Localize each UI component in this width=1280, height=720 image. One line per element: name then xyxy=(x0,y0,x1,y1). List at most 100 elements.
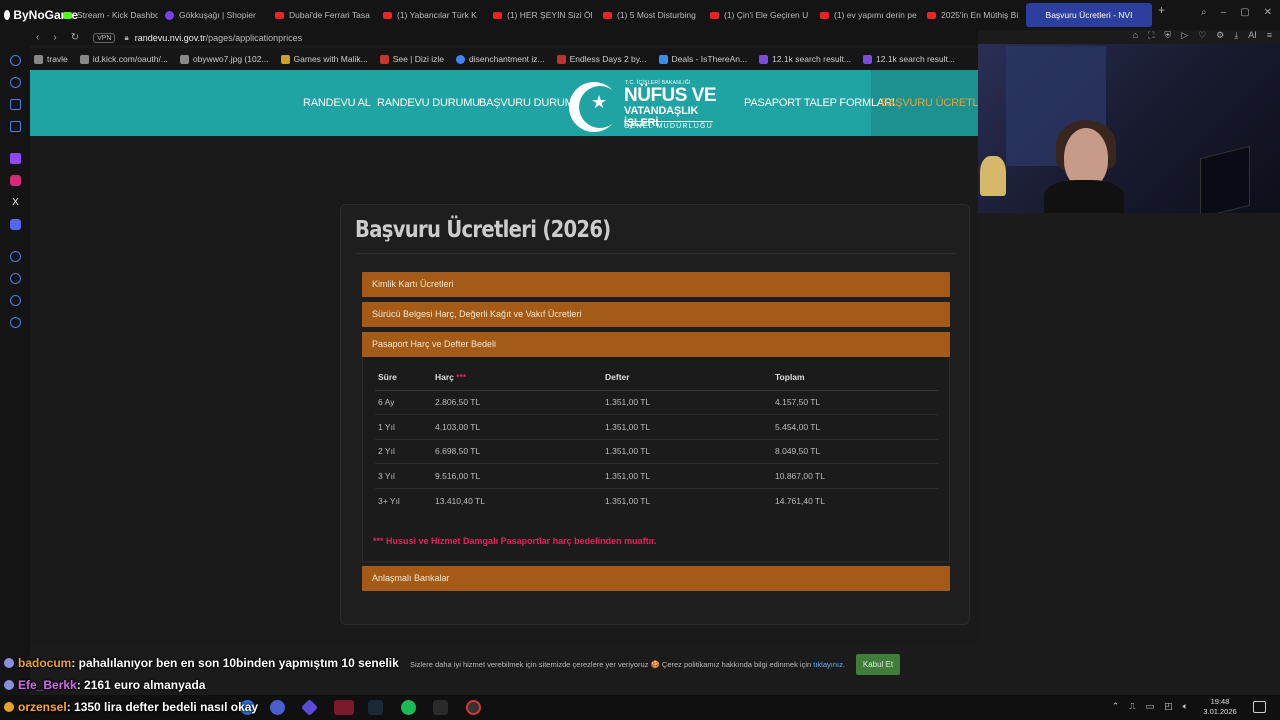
heart-icon[interactable]: ♡ xyxy=(1198,30,1206,44)
maximize-icon[interactable]: ▢ xyxy=(1240,7,1249,18)
cell-defter: 1.351,00 TL xyxy=(602,390,772,416)
bookmark-item[interactable]: Deals - IsThereAn... xyxy=(658,54,747,64)
note-asterisk: *** xyxy=(373,536,384,546)
instagram-icon[interactable] xyxy=(10,175,21,186)
logo-line-3: GENEL MÜDÜRLÜĞÜ xyxy=(624,121,713,130)
nav-basvuru-durumu[interactable]: BAŞVURU DURUMU xyxy=(479,97,582,109)
tab-label: (1) ev yapımı derin pe xyxy=(834,10,917,20)
settings-icon[interactable] xyxy=(10,317,21,328)
bookmark-item[interactable]: id.kick.com/oauth/... xyxy=(79,54,168,64)
browser-tab[interactable]: Gökkuşağı | Shopier xyxy=(158,3,268,27)
bookmark-item[interactable]: 12.1k search result... xyxy=(759,54,851,64)
play-icon[interactable]: ▷ xyxy=(1181,30,1188,44)
accordion-surucu-belgesi[interactable]: Sürücü Belgesi Harç, Değerli Kağıt ve Va… xyxy=(362,302,950,327)
accordion-pasaport[interactable]: Pasaport Harç ve Defter Bedeli xyxy=(362,332,950,357)
sync-icon[interactable] xyxy=(10,55,21,66)
bookmark-item[interactable]: disenchantment iz... xyxy=(456,54,545,64)
reload-icon[interactable]: ↻ xyxy=(71,32,79,43)
bookmark-label: travle xyxy=(47,54,68,64)
lock-icon[interactable]: 🔒︎ xyxy=(124,33,128,43)
star-icon: ★ xyxy=(591,92,608,112)
twitch-icon[interactable] xyxy=(10,153,21,164)
messenger-icon[interactable] xyxy=(10,121,21,132)
cell-sure: 6 Ay xyxy=(375,390,432,416)
cell-harc: 2.806,50 TL xyxy=(432,390,602,416)
cell-defter: 1.351,00 TL xyxy=(602,414,772,440)
taskbar-clock[interactable]: 19:48 3.01.2026 xyxy=(1200,697,1240,717)
volume-icon[interactable]: 🔈︎ xyxy=(1183,701,1188,712)
chevron-up-icon[interactable]: ⌃ xyxy=(1112,701,1120,712)
nav-randevu-al[interactable]: RANDEVU AL xyxy=(303,97,371,109)
usb-icon[interactable]: ⎍ xyxy=(1129,701,1135,712)
bookmark-item[interactable]: Endless Days 2 by... xyxy=(556,54,647,64)
bookmark-item[interactable]: obywwo7.jpg (102... xyxy=(179,54,269,64)
url-field[interactable]: randevu.nvi.gov.tr/pages/applicationpric… xyxy=(135,33,302,43)
header-harc-label: Harç xyxy=(435,372,454,383)
browser-tab[interactable]: (1) Yabancılar Türk K xyxy=(376,3,486,27)
app-icon[interactable] xyxy=(301,699,318,716)
x-icon[interactable]: X xyxy=(10,197,21,208)
app-icon[interactable] xyxy=(270,700,285,715)
forward-icon[interactable]: › xyxy=(53,32,56,43)
vpn-badge[interactable]: VPN xyxy=(93,32,116,43)
gallery-icon[interactable] xyxy=(10,99,21,110)
browser-tab[interactable]: Stream - Kick Dashbo xyxy=(56,3,158,27)
download-icon[interactable]: ⤓ xyxy=(1234,30,1238,44)
bookmark-label: disenchantment iz... xyxy=(469,54,545,64)
screenshot-icon[interactable]: ⛶ xyxy=(1148,30,1154,44)
bookmark-item[interactable]: Games with Malik... xyxy=(280,54,368,64)
browser-tab[interactable]: Dubai'de Ferrari Tasa xyxy=(268,3,376,27)
accordion-kimlik-karti[interactable]: Kimlik Kartı Ücretleri xyxy=(362,272,950,297)
battery-icon[interactable]: ▭ xyxy=(1146,701,1155,712)
nav-pasaport-talep-formlari[interactable]: PASAPORT TALEP FORMLARI xyxy=(744,97,895,109)
nav-randevu-durumu[interactable]: RANDEVU DURUMU xyxy=(377,97,480,109)
menu-icon[interactable]: ≡ xyxy=(1267,30,1272,44)
back-icon[interactable]: ‹ xyxy=(36,32,39,43)
obs-icon[interactable] xyxy=(466,700,481,715)
browser-tab[interactable]: (1) 5 Most Disturbing xyxy=(596,3,703,27)
address-bar: ‹ › ↻ VPN 🔒︎ randevu.nvi.gov.tr/pages/ap… xyxy=(0,30,978,45)
extensions-icon[interactable]: ⚙ xyxy=(1216,30,1224,44)
browser-tab[interactable]: (1) ev yapımı derin pe xyxy=(813,3,920,27)
shield-icon[interactable]: ⛨ xyxy=(1164,30,1171,44)
brand-logo-icon xyxy=(4,10,11,20)
header-sure: Süre xyxy=(375,365,432,391)
browser-tab[interactable]: 2025'in En Müthiş Bi xyxy=(920,3,1026,27)
ai-button[interactable]: AI xyxy=(1248,30,1257,44)
bookmark-item[interactable]: travle xyxy=(34,54,68,64)
table-row: 2 Yıl 6.698,50 TL 1.351,00 TL 8.049,50 T… xyxy=(375,439,938,465)
browser-taskbar-icon[interactable] xyxy=(334,700,354,715)
exemption-note: *** Hususi ve Hizmet Damgalı Pasaportlar… xyxy=(373,536,657,546)
network-icon[interactable]: ◰ xyxy=(1164,701,1173,712)
nvi-logo[interactable]: ★ T.C. İÇİŞLERİ BAKANLIĞI NÜFUS VE VATAN… xyxy=(569,80,734,132)
discord-icon[interactable] xyxy=(10,219,21,230)
browser-tab[interactable]: (1) HER ŞEYİN Sizi Öl xyxy=(486,3,596,27)
bookmark-item[interactable]: 12.1k search result... xyxy=(863,54,955,64)
extensions-sidebar-icon[interactable] xyxy=(10,295,21,306)
browser-tab[interactable]: (1) Çin'i Ele Geçiren U xyxy=(703,3,813,27)
new-tab-plus-icon[interactable]: + xyxy=(1152,3,1171,27)
epic-games-icon[interactable] xyxy=(433,700,448,715)
player-icon[interactable] xyxy=(10,251,21,262)
tag-icon xyxy=(658,54,668,64)
cell-defter: 1.351,00 TL xyxy=(605,495,651,506)
spotify-icon[interactable] xyxy=(401,700,416,715)
cell-toplam: 5.454,00 TL xyxy=(772,414,938,440)
minimize-icon[interactable]: – xyxy=(1221,7,1227,18)
url-path: /pages/applicationprices xyxy=(205,32,303,43)
history-icon[interactable] xyxy=(10,273,21,284)
browser-tab-active[interactable]: Başvuru Ücretleri - NVI xyxy=(1026,3,1152,27)
flow-icon[interactable] xyxy=(10,77,21,88)
accept-cookies-button[interactable]: Kabul Et xyxy=(856,654,900,675)
steam-icon[interactable] xyxy=(368,700,383,715)
notification-icon[interactable] xyxy=(1253,701,1266,713)
youtube-icon xyxy=(927,11,936,19)
bookmark-icon[interactable]: ⌂ xyxy=(1133,30,1138,44)
accordion-anlasmali-bankalar[interactable]: Anlaşmalı Bankalar xyxy=(362,566,950,591)
cell-defter: 1.351,00 TL xyxy=(602,463,772,489)
close-icon[interactable]: ✕ xyxy=(1264,7,1272,18)
bookmark-item[interactable]: See | Dizi izle xyxy=(379,54,444,64)
search-icon[interactable]: ⌕ xyxy=(1201,7,1207,18)
cookie-policy-link[interactable]: tıklayınız. xyxy=(813,660,845,669)
title-divider xyxy=(355,253,957,254)
